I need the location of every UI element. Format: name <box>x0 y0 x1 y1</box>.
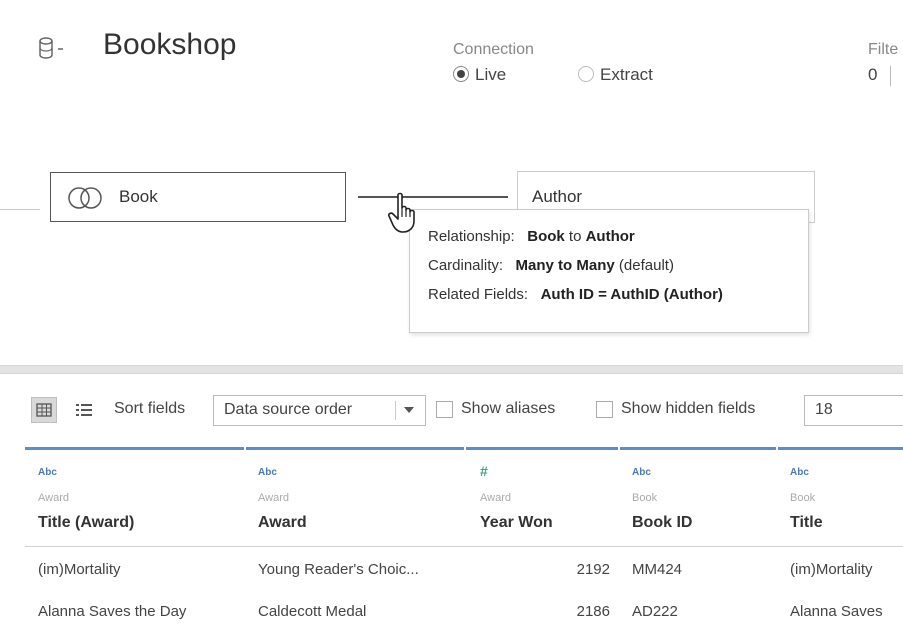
column-name: Year Won <box>480 514 553 531</box>
data-source-title[interactable]: Bookshop <box>103 28 236 62</box>
table-cell[interactable]: AD222 <box>632 603 678 620</box>
extract-label: Extract <box>600 65 653 84</box>
column-separator[interactable] <box>244 447 246 550</box>
chevron-down-icon <box>404 407 414 413</box>
rows-count-value: 18 <box>815 401 833 418</box>
number-type-icon[interactable]: # <box>480 463 488 479</box>
table-cell[interactable]: 2192 <box>480 561 610 578</box>
filters-separator <box>890 66 891 86</box>
string-type-icon[interactable]: Abc <box>38 467 57 478</box>
sort-fields-dropdown[interactable]: Data source order <box>213 395 426 426</box>
database-icon[interactable] <box>38 36 68 62</box>
radio-selected-icon <box>453 66 469 82</box>
string-type-icon[interactable]: Abc <box>632 467 651 478</box>
column-separator[interactable] <box>618 447 620 550</box>
column-source: Award <box>258 492 289 504</box>
show-aliases-label[interactable]: Show aliases <box>461 400 555 418</box>
column-header-book-id[interactable]: Abc Book Book ID <box>632 450 772 546</box>
string-type-icon[interactable]: Abc <box>790 467 809 478</box>
connection-label: Connection <box>453 41 534 58</box>
extract-radio[interactable]: Extract <box>578 65 653 85</box>
table-cell[interactable]: Alanna Saves the Day <box>38 603 186 620</box>
table-name-author: Author <box>532 187 583 206</box>
live-radio[interactable]: Live <box>453 65 506 85</box>
column-name: Award <box>258 514 307 531</box>
header-rule <box>25 546 903 547</box>
column-separator[interactable] <box>776 447 778 550</box>
table-cell[interactable]: Alanna Saves <box>790 603 903 620</box>
column-header-title-award[interactable]: Abc Award Title (Award) <box>38 450 238 546</box>
grid-view-icon <box>36 403 52 417</box>
list-view-icon[interactable] <box>73 399 95 421</box>
grid-view-button[interactable] <box>31 397 57 423</box>
show-hidden-fields-checkbox[interactable] <box>596 401 613 418</box>
table-card-book[interactable]: Book <box>50 172 346 222</box>
column-separator[interactable] <box>464 447 466 550</box>
column-header-year-won[interactable]: # Award Year Won <box>480 450 610 546</box>
tooltip-cardinality: Cardinality: Many to Many (default) <box>428 257 674 274</box>
sort-fields-value: Data source order <box>224 401 353 418</box>
column-source: Award <box>480 492 511 504</box>
column-source: Book <box>790 492 816 504</box>
filters-label: Filte <box>868 41 899 58</box>
rows-count-input[interactable]: 18 <box>804 395 903 426</box>
string-type-icon[interactable]: Abc <box>258 467 277 478</box>
relationship-tooltip: Relationship: Book to Author Cardinality… <box>409 209 809 333</box>
column-name: Title (Award) <box>38 514 135 531</box>
table-cell[interactable]: Caldecott Medal <box>258 603 366 620</box>
pane-splitter[interactable] <box>0 365 903 374</box>
canvas-edge-rule <box>0 209 40 210</box>
column-name: Title <box>790 514 823 531</box>
show-aliases-checkbox[interactable] <box>436 401 453 418</box>
column-source: Award <box>38 492 69 504</box>
tooltip-related-fields: Related Fields: Auth ID = AuthID (Author… <box>428 286 723 303</box>
tooltip-relationship: Relationship: Book to Author <box>428 228 635 245</box>
dropdown-divider <box>395 401 396 420</box>
join-venn-icon <box>68 187 102 209</box>
hand-cursor-icon <box>388 192 415 233</box>
table-cell[interactable]: (im)Mortality <box>38 561 121 578</box>
show-hidden-fields-label[interactable]: Show hidden fields <box>621 400 755 418</box>
filters-count[interactable]: 0 <box>868 65 877 85</box>
table-cell[interactable]: (im)Mortality <box>790 561 903 578</box>
column-source: Book <box>632 492 658 504</box>
column-name: Book ID <box>632 514 693 531</box>
radio-unselected-icon <box>578 66 594 82</box>
table-cell[interactable]: MM424 <box>632 561 682 578</box>
sort-fields-label: Sort fields <box>114 400 186 417</box>
table-name-book: Book <box>119 187 158 206</box>
relationship-line[interactable] <box>358 196 508 198</box>
column-header-title[interactable]: Abc Book Title <box>790 450 903 546</box>
column-header-award[interactable]: Abc Award Award <box>258 450 458 546</box>
table-cell[interactable]: Young Reader's Choic... <box>258 561 419 578</box>
table-cell[interactable]: 2186 <box>480 603 610 620</box>
live-label: Live <box>475 65 507 84</box>
